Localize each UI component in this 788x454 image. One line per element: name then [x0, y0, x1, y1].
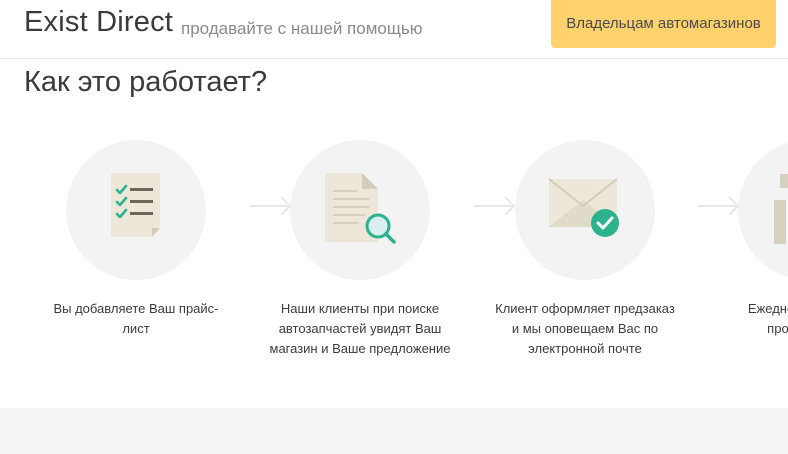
step-3-circle	[515, 140, 655, 280]
chart-icon	[774, 174, 788, 244]
step-1-circle	[66, 140, 206, 280]
envelope-check-icon	[548, 178, 619, 237]
footer-band	[0, 408, 788, 454]
step-3-text: Клиент оформляет предзаказ и мы оповещае…	[495, 301, 675, 356]
checklist-document-icon	[111, 173, 160, 237]
page: Exist Direct продавайте с нашей помощью …	[0, 0, 788, 454]
step-2-circle	[290, 140, 430, 280]
arrow-right-icon	[250, 196, 292, 216]
arrow-right-icon	[698, 196, 740, 216]
document-search-icon	[325, 173, 396, 244]
step-4-text: Ежедне... отправл... просмотрах...	[747, 301, 788, 336]
step-1-text: Вы добавляете Ваш прайс-лист	[53, 301, 219, 336]
owners-button[interactable]: Владельцам автомагазинов	[551, 0, 776, 48]
site-header: Exist Direct продавайте с нашей помощью …	[0, 0, 788, 59]
brand-tagline: продавайте с нашей помощью	[181, 19, 423, 38]
section-title: Как это работает?	[24, 66, 268, 98]
step-2-text: Наши клиенты при поиске автозапчастей ув…	[269, 301, 451, 356]
arrow-right-icon	[474, 196, 516, 216]
brand-logo[interactable]: Exist Direct	[24, 6, 173, 39]
step-4-circle	[738, 140, 788, 280]
